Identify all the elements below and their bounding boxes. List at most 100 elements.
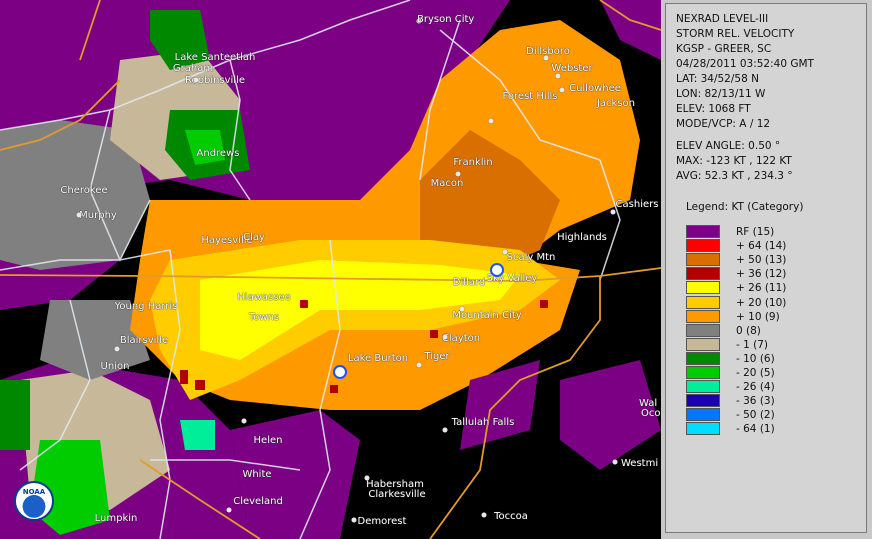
legend-label: + 20 (10) [736, 296, 787, 309]
scan-datetime: 04/28/2011 03:52:40 GMT [676, 58, 814, 70]
city-dot [114, 346, 120, 352]
elevation-angle: ELEV ANGLE: 0.50 ° [676, 140, 781, 152]
site-elevation: ELEV: 1068 FT [676, 103, 751, 115]
city-label-mountain-city: Mountain City [452, 310, 522, 321]
legend-swatch [686, 380, 720, 394]
legend-item: + 36 (12) [686, 267, 856, 281]
legend-item: - 26 (4) [686, 380, 856, 394]
legend-swatch [686, 253, 720, 267]
legend-swatch [686, 267, 720, 281]
legend-label: - 50 (2) [736, 409, 775, 422]
legend-item: - 20 (5) [686, 366, 856, 380]
legend-swatch [686, 337, 720, 351]
site-latitude: LAT: 34/52/58 N [676, 73, 759, 85]
legend-label: - 1 (7) [736, 338, 769, 351]
legend-item: - 36 (3) [686, 394, 856, 408]
city-dot [481, 512, 487, 518]
city-label-lumpkin: Lumpkin [94, 513, 138, 524]
city-dot [455, 171, 461, 177]
radar-site-marker[interactable] [490, 263, 504, 277]
radar-site-marker[interactable] [333, 365, 347, 379]
legend-item: - 1 (7) [686, 337, 856, 352]
legend-swatch [686, 225, 720, 238]
product-name: NEXRAD LEVEL-III [676, 13, 769, 25]
city-dot [364, 475, 370, 481]
city-label-lake-burton: Lake Burton [347, 353, 409, 364]
city-label-towns: Towns [248, 312, 280, 323]
info-panel: NEXRAD LEVEL-III STORM REL. VELOCITY KGS… [665, 3, 867, 533]
city-label-clay: Clay [243, 232, 265, 243]
legend-item: + 20 (10) [686, 295, 856, 310]
city-label-union: Union [100, 361, 130, 372]
city-label-dillsboro: Dillsboro [526, 46, 570, 57]
city-label-scaly-mtn: Scaly Mtn [506, 252, 556, 263]
city-dot [559, 87, 565, 93]
city-label-toccoa: Toccoa [494, 511, 528, 522]
legend-swatch [686, 422, 720, 436]
city-dot [193, 77, 199, 83]
city-label-hiawassee: Hiawassee [237, 292, 291, 303]
city-dot [459, 306, 465, 312]
legend-label: - 10 (6) [736, 352, 775, 365]
city-label-murphy: Murphy [79, 210, 117, 221]
radar-map[interactable]: Bryson City Dillsboro Webster Lake Sante… [0, 0, 661, 539]
legend-swatch [686, 394, 720, 408]
city-label-cashiers: Cashiers [615, 199, 659, 210]
legend-item: + 26 (11) [686, 281, 856, 295]
legend-swatch [686, 351, 720, 365]
city-label-oconee: Oco [641, 408, 661, 419]
city-label-westminster: Westmi [621, 458, 659, 469]
legend-swatch [686, 295, 720, 309]
city-dot [241, 418, 247, 424]
legend-swatch [686, 408, 720, 422]
city-dot [442, 334, 448, 340]
legend-swatch [686, 281, 720, 295]
city-dot [76, 212, 82, 218]
city-dot [442, 427, 448, 433]
product-type: STORM REL. VELOCITY [676, 28, 795, 40]
legend-label: RF (15) [736, 226, 775, 238]
city-label-white: White [242, 469, 272, 480]
city-label-franklin: Franklin [453, 157, 493, 168]
city-label-cherokee: Cherokee [60, 185, 108, 196]
legend-item: - 64 (1) [686, 422, 856, 436]
legend-item: + 10 (9) [686, 309, 856, 324]
city-label-clarkesville: Clarkesville [368, 489, 426, 500]
city-dot [610, 209, 616, 215]
city-dot [488, 118, 494, 124]
noaa-logo: NOAA [14, 481, 54, 521]
velocity-field [0, 0, 661, 539]
legend-label: + 64 (14) [736, 240, 787, 253]
legend-swatch [686, 366, 720, 379]
city-label-helen: Helen [253, 435, 283, 446]
city-label-bryson-city: Bryson City [417, 14, 475, 25]
city-label-andrews: Andrews [196, 148, 240, 159]
legend-label: - 64 (1) [736, 423, 775, 436]
legend-item: - 10 (6) [686, 351, 856, 366]
city-label-macon: Macon [430, 178, 464, 189]
legend-item: + 64 (14) [686, 239, 856, 253]
legend-item: 0 (8) [686, 323, 856, 338]
mode-vcp: MODE/VCP: A / 12 [676, 118, 771, 130]
legend-label: - 20 (5) [736, 367, 775, 379]
legend-label: + 26 (11) [736, 282, 787, 295]
avg-velocity: AVG: 52.3 KT , 234.3 ° [676, 170, 793, 182]
city-label-tallulah-falls: Tallulah Falls [451, 417, 515, 428]
legend-label: 0 (8) [736, 324, 761, 337]
city-dot [226, 507, 232, 513]
legend-swatch [686, 239, 720, 253]
city-dot [555, 73, 561, 79]
city-label-tiger: Tiger [424, 351, 450, 362]
legend-item: + 50 (13) [686, 253, 856, 267]
legend-item: RF (15) [686, 225, 856, 239]
legend-label: + 36 (12) [736, 268, 787, 281]
city-label-demorest: Demorest [357, 516, 407, 527]
city-dot [612, 459, 618, 465]
city-dot [543, 55, 549, 61]
city-label-lake-santeetlah: Lake Santeetlah [174, 52, 256, 63]
legend-label: + 50 (13) [736, 254, 787, 267]
site-longitude: LON: 82/13/11 W [676, 88, 766, 100]
city-label-cullowhee: Cullowhee [569, 83, 621, 94]
legend-label: + 10 (9) [736, 310, 780, 323]
city-label-young-harris: Young Harris [114, 301, 178, 312]
